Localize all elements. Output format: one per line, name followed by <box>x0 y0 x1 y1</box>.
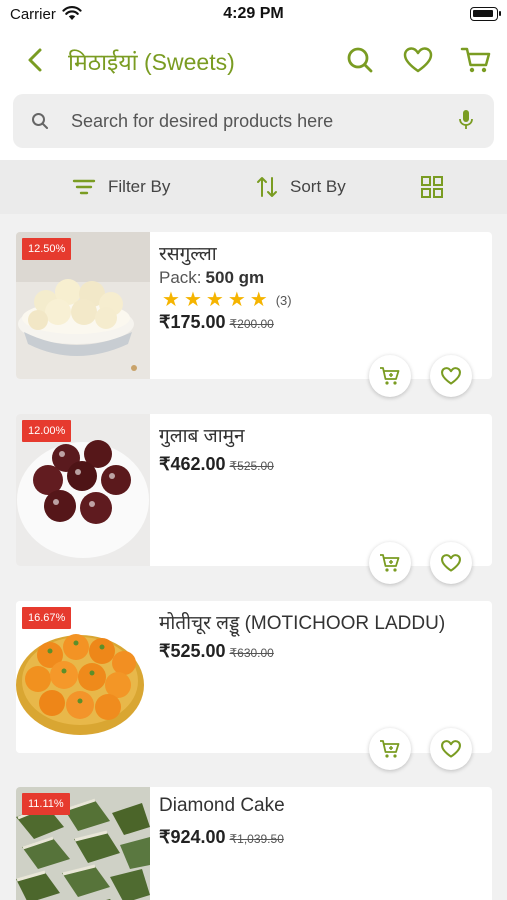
pack-label: Pack: <box>159 268 202 287</box>
status-time: 4:29 PM <box>223 5 284 22</box>
product-name[interactable]: गुलाब जामुन <box>159 422 245 448</box>
add-to-wishlist-button[interactable] <box>430 355 472 397</box>
search-input[interactable] <box>71 108 441 134</box>
grid-view-button[interactable] <box>420 160 444 214</box>
add-to-wishlist-button[interactable] <box>430 542 472 584</box>
price: ₹525.00 <box>159 641 226 661</box>
cart-icon <box>380 367 400 385</box>
product-name[interactable]: Diamond Cake <box>159 795 285 817</box>
search-icon <box>347 47 373 73</box>
chevron-left-icon <box>28 48 42 72</box>
mrp-price: ₹200.00 <box>229 317 274 331</box>
product-list: 12.50% रसगुल्ला Pack: 500 gm ★ ★ ★ ★ ★ (3… <box>0 214 507 900</box>
status-bar: Carrier 4:29 PM <box>0 0 507 30</box>
price-row: ₹924.00 ₹1,039.50 <box>159 827 284 848</box>
microphone-icon[interactable] <box>458 109 474 131</box>
app-header: मिठाईयां (Sweets) <box>0 30 507 160</box>
discount-badge: 11.11% <box>22 793 70 815</box>
price: ₹175.00 <box>159 312 226 332</box>
filter-icon <box>72 179 96 195</box>
product-card[interactable]: 12.00% गुलाब जामुन ₹462.00 ₹525.00 <box>16 414 492 566</box>
wishlist-button[interactable] <box>402 44 434 76</box>
header-search-button[interactable] <box>344 44 376 76</box>
add-to-wishlist-button[interactable] <box>430 728 472 770</box>
price-row: ₹525.00 ₹630.00 <box>159 641 274 662</box>
sort-label: Sort By <box>290 177 346 196</box>
cart-icon <box>460 47 491 73</box>
cart-icon <box>380 740 400 758</box>
star-icon: ★ <box>227 289 246 311</box>
cart-icon <box>380 554 400 572</box>
price-row: ₹462.00 ₹525.00 <box>159 454 274 475</box>
search-bar[interactable] <box>13 94 494 148</box>
cart-button[interactable] <box>460 44 492 76</box>
star-icon: ★ <box>205 289 224 311</box>
mrp-price: ₹1,039.50 <box>229 832 284 846</box>
product-image[interactable]: 16.67% <box>16 601 150 753</box>
product-name[interactable]: मोतीचूर लड्डू (MOTICHOOR LADDU) <box>159 609 445 635</box>
heart-icon <box>403 47 433 73</box>
product-card[interactable]: 16.67% मोतीचूर लड्डू (MOTICHOOR LADDU) ₹… <box>16 601 492 753</box>
price: ₹462.00 <box>159 454 226 474</box>
pack-value: 500 gm <box>205 268 265 287</box>
discount-badge: 12.50% <box>22 238 72 260</box>
product-card[interactable]: 11.11% Diamond Cake ₹924.00 ₹1,039.50 <box>16 787 492 900</box>
grid-view-icon <box>421 176 443 198</box>
sort-icon <box>257 177 277 197</box>
back-button[interactable] <box>22 44 52 76</box>
heart-icon <box>441 740 461 758</box>
product-image[interactable]: 12.50% <box>16 232 150 379</box>
heart-icon <box>441 554 461 572</box>
discount-badge: 12.00% <box>22 420 72 442</box>
battery-icon <box>470 7 501 21</box>
product-image[interactable]: 11.11% <box>16 787 150 900</box>
star-icon: ★ <box>162 289 180 311</box>
sort-button[interactable]: Sort By <box>256 160 346 214</box>
pack-size: Pack: 500 gm <box>159 268 264 288</box>
page-title: मिठाईयां (Sweets) <box>68 49 235 75</box>
heart-icon <box>441 367 461 385</box>
product-card[interactable]: 12.50% रसगुल्ला Pack: 500 gm ★ ★ ★ ★ ★ (3… <box>16 232 492 379</box>
product-image[interactable]: 12.00% <box>16 414 150 566</box>
mrp-price: ₹630.00 <box>229 646 274 660</box>
filter-label: Filter By <box>108 177 171 196</box>
price-row: ₹175.00 ₹200.00 <box>159 312 274 333</box>
rating-count: (3) <box>275 292 292 308</box>
product-name[interactable]: रसगुल्ला <box>159 240 217 266</box>
filter-sort-bar: Filter By Sort By <box>0 160 507 214</box>
filter-button[interactable]: Filter By <box>72 160 170 214</box>
star-icon: ★ <box>183 289 202 311</box>
add-to-cart-button[interactable] <box>369 355 411 397</box>
add-to-cart-button[interactable] <box>369 542 411 584</box>
star-icon: ★ <box>249 289 268 311</box>
discount-badge: 16.67% <box>22 607 72 629</box>
mrp-price: ₹525.00 <box>229 459 274 473</box>
add-to-cart-button[interactable] <box>369 728 411 770</box>
price: ₹924.00 <box>159 827 226 847</box>
rating: ★ ★ ★ ★ ★ (3) <box>162 290 292 310</box>
search-icon <box>32 113 48 129</box>
